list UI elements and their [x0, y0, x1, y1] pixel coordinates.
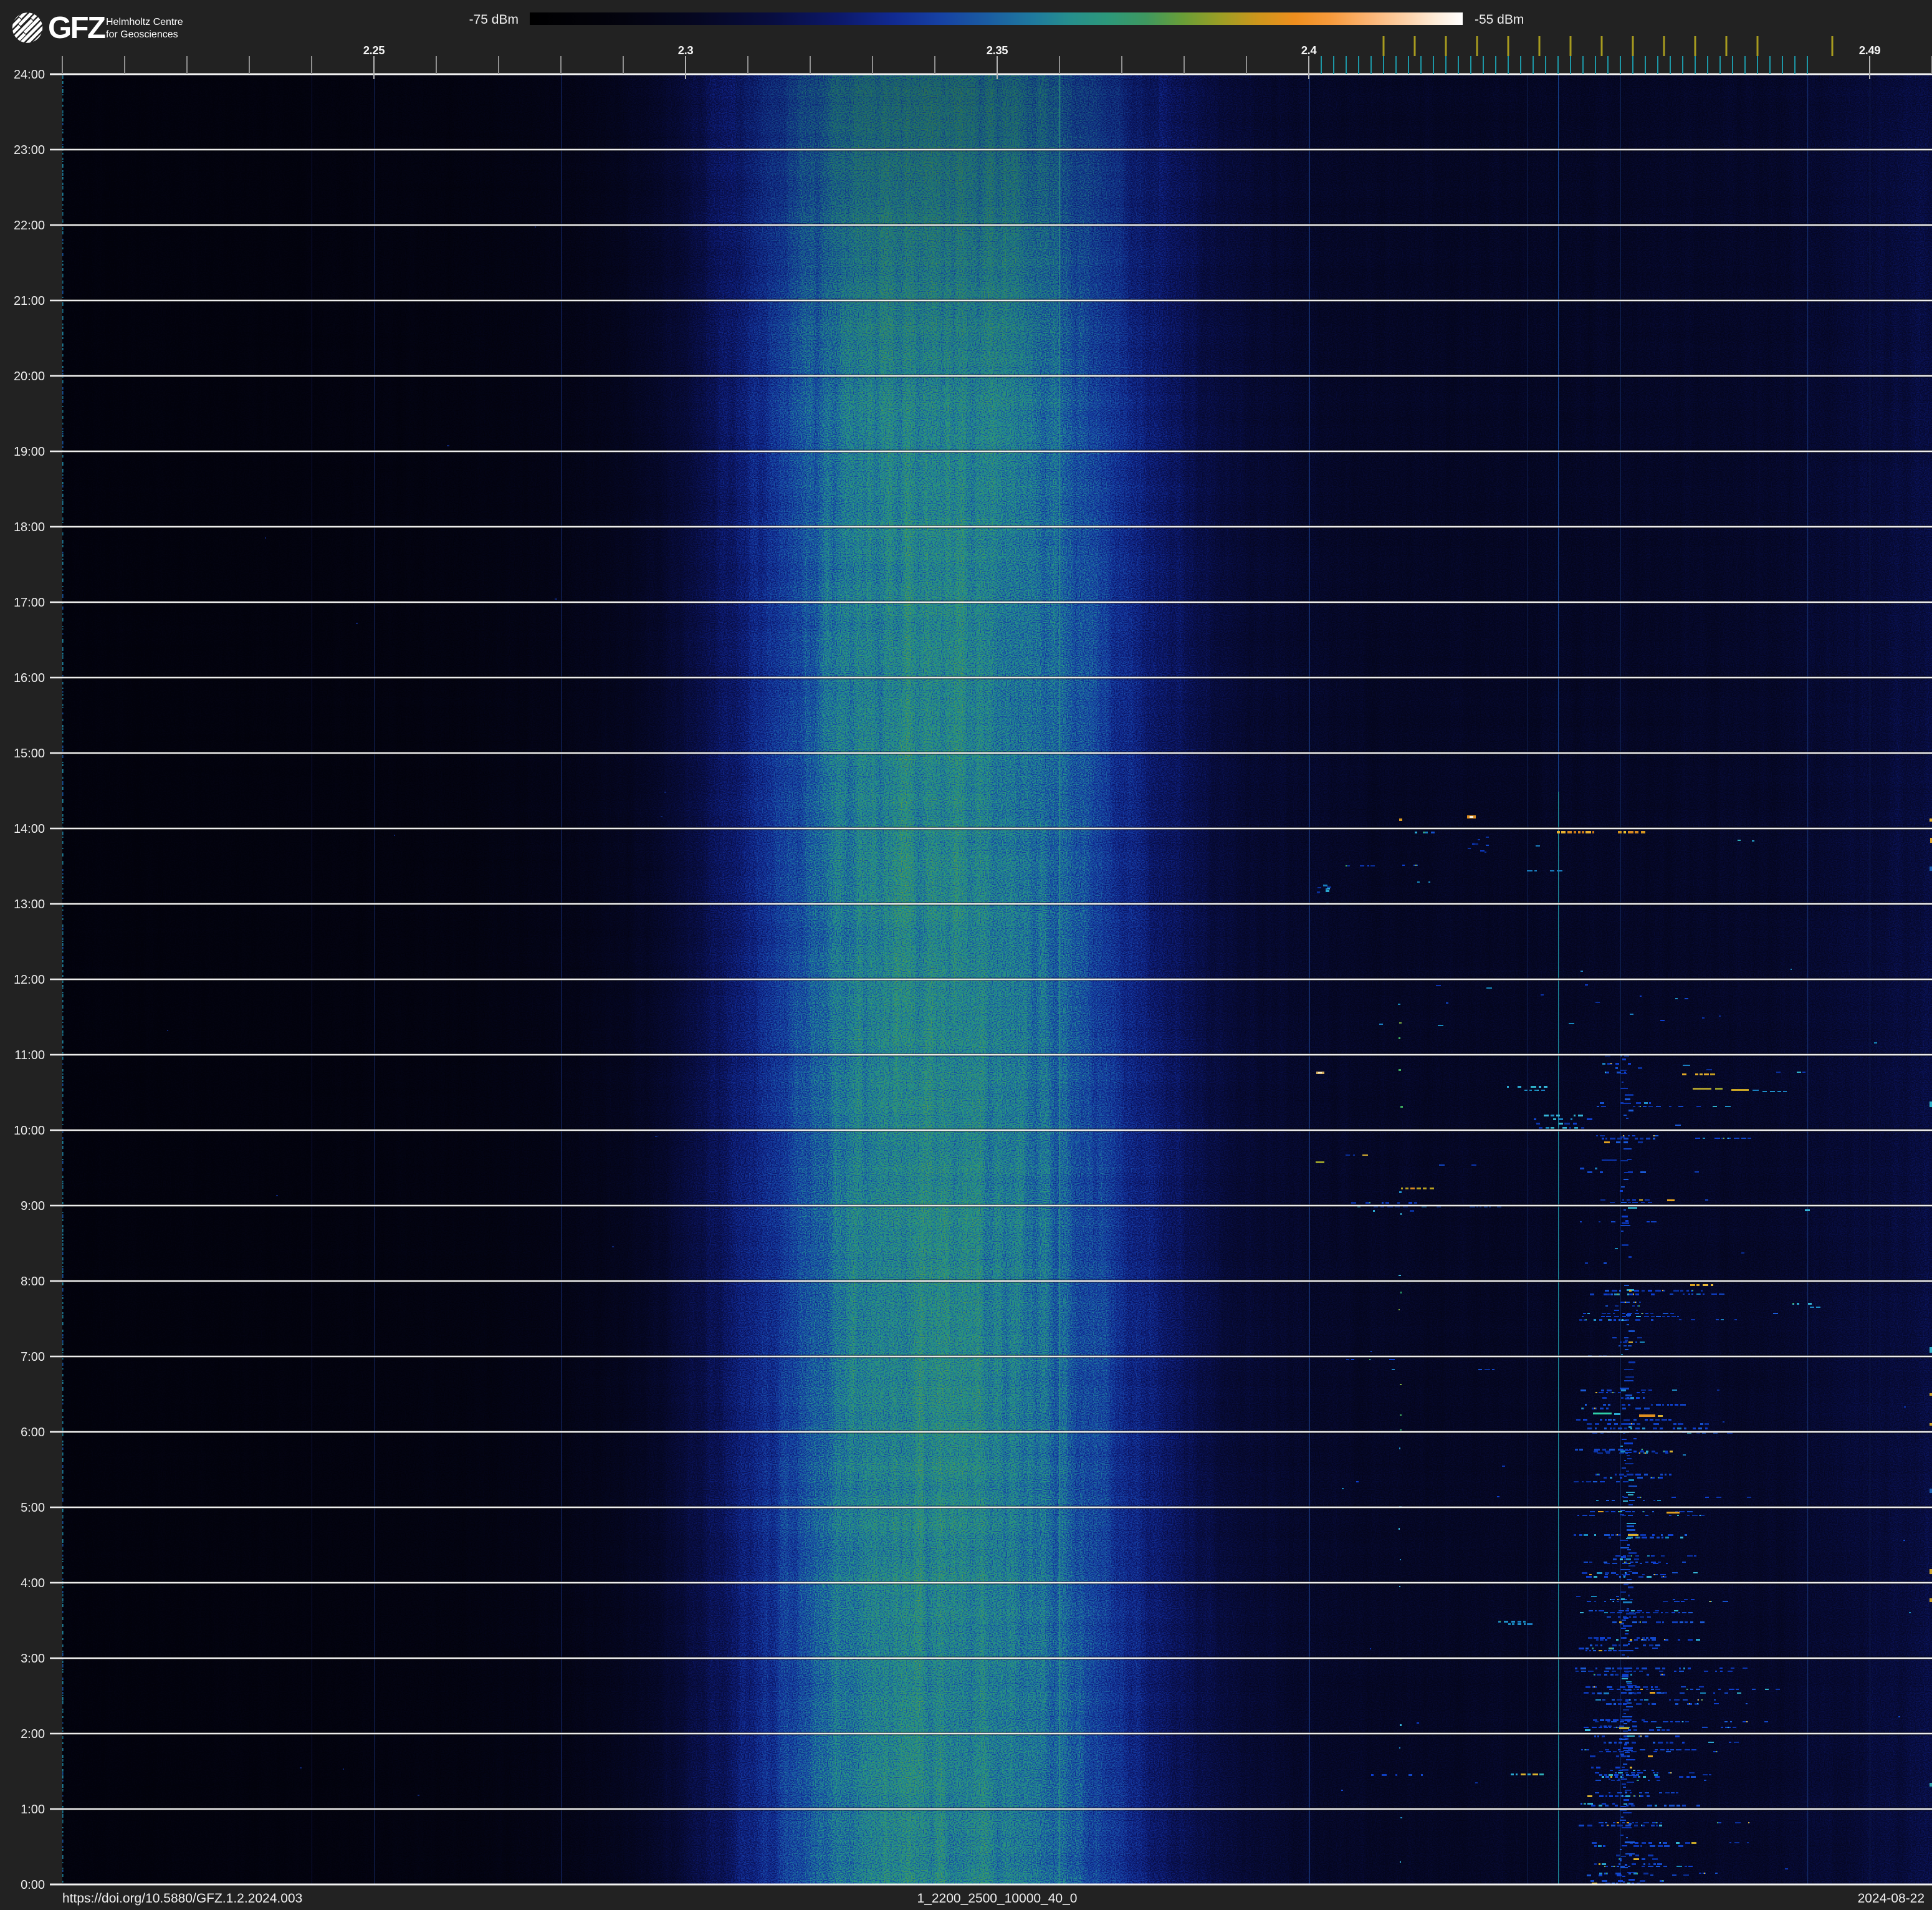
- svg-text:23:00: 23:00: [14, 143, 45, 157]
- svg-text:5:00: 5:00: [21, 1501, 45, 1515]
- svg-text:2024-08-22: 2024-08-22: [1858, 1891, 1925, 1906]
- svg-text:2.49: 2.49: [1859, 44, 1881, 57]
- svg-text:1:00: 1:00: [21, 1803, 45, 1816]
- svg-text:2.25: 2.25: [363, 44, 385, 57]
- svg-text:9:00: 9:00: [21, 1199, 45, 1213]
- svg-text:2.35: 2.35: [987, 44, 1008, 57]
- svg-text:2.4: 2.4: [1301, 44, 1317, 57]
- svg-text:-75 dBm: -75 dBm: [469, 12, 519, 27]
- svg-text:17:00: 17:00: [14, 596, 45, 610]
- svg-text:11:00: 11:00: [14, 1049, 45, 1062]
- svg-text:24:00: 24:00: [14, 68, 45, 82]
- svg-text:2:00: 2:00: [21, 1727, 45, 1741]
- svg-text:20:00: 20:00: [14, 370, 45, 383]
- svg-text:7:00: 7:00: [21, 1350, 45, 1364]
- svg-text:18:00: 18:00: [14, 521, 45, 534]
- svg-text:22:00: 22:00: [14, 219, 45, 233]
- svg-text:0:00: 0:00: [21, 1878, 45, 1892]
- svg-text:GFZ: GFZ: [48, 11, 105, 45]
- svg-text:6:00: 6:00: [21, 1426, 45, 1439]
- svg-text:Helmholtz Centre: Helmholtz Centre: [106, 17, 183, 27]
- svg-text:2.3: 2.3: [678, 44, 694, 57]
- svg-text:-55 dBm: -55 dBm: [1475, 12, 1524, 27]
- svg-text:3:00: 3:00: [21, 1652, 45, 1666]
- svg-text:12:00: 12:00: [14, 973, 45, 987]
- svg-text:1_2200_2500_10000_40_0: 1_2200_2500_10000_40_0: [917, 1891, 1078, 1906]
- svg-text:19:00: 19:00: [14, 445, 45, 459]
- svg-text:15:00: 15:00: [14, 747, 45, 761]
- svg-text:10:00: 10:00: [14, 1124, 45, 1138]
- svg-text:13:00: 13:00: [14, 898, 45, 911]
- svg-text:16:00: 16:00: [14, 671, 45, 685]
- svg-text:4:00: 4:00: [21, 1576, 45, 1590]
- svg-text:for Geosciences: for Geosciences: [106, 29, 178, 40]
- svg-text:8:00: 8:00: [21, 1275, 45, 1289]
- svg-text:14:00: 14:00: [14, 822, 45, 836]
- svg-text:21:00: 21:00: [14, 294, 45, 308]
- svg-text:https://doi.org/10.5880/GFZ.1.: https://doi.org/10.5880/GFZ.1.2.2024.003: [62, 1891, 302, 1906]
